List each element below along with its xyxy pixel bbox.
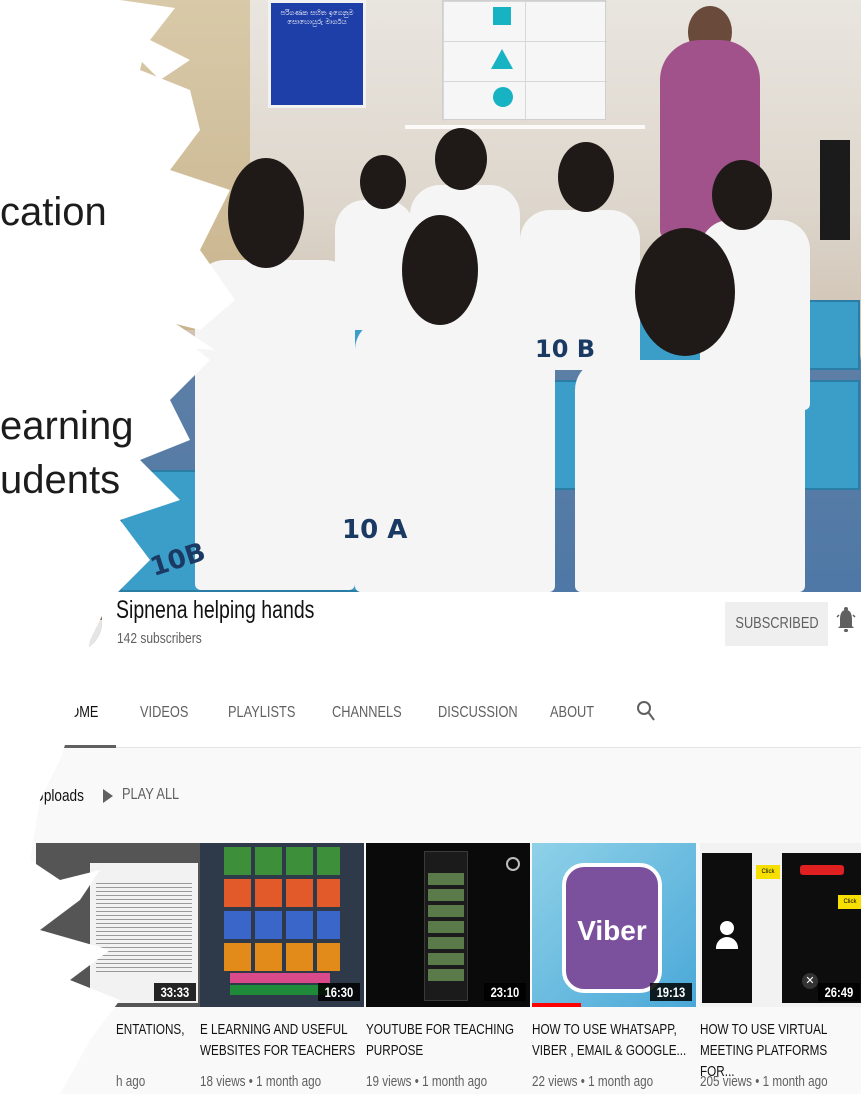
video-meta: 19 views • 1 month ago: [366, 1073, 488, 1090]
student-head: [435, 128, 487, 190]
circle-shape-icon: [493, 87, 513, 107]
video-thumbnail[interactable]: 16:30: [200, 843, 364, 1007]
poster-text: පරිගණක සහිත ඉගෙනුම සොහොයුරු මාර්ගය: [280, 9, 354, 26]
play-icon[interactable]: [103, 789, 113, 803]
video-duration: 26:49: [818, 983, 860, 1001]
subscriber-count: 142 subscribers: [117, 630, 202, 647]
video-meta: 22 views • 1 month ago: [532, 1073, 654, 1090]
student-head: [712, 160, 772, 230]
bell-icon[interactable]: [836, 607, 856, 635]
watch-progress-bar: [532, 1003, 582, 1007]
classroom-photo: පරිගණක සහිත ඉගෙනුම සොහොයුරු මාර්ගය 10 B …: [0, 0, 861, 592]
slide-text-line: udents: [0, 458, 121, 502]
video-meta: 18 views • 1 month ago: [200, 1073, 322, 1090]
uploads-heading: Uploads: [34, 786, 84, 805]
presentation-slide: පරිගණක සහිත ඉගෙනුම සොහොයුරු මාර්ගය 10 B …: [0, 0, 861, 1094]
channel-avatar[interactable]: [72, 592, 102, 652]
user-icon: [720, 921, 734, 935]
click-here-label: Click here: [838, 895, 861, 909]
wall-poster: පරිගණක සහිත ඉගෙනුම සොහොයුරු මාර්ගය: [268, 0, 366, 108]
computer-monitor: [820, 140, 850, 240]
search-icon[interactable]: [636, 700, 656, 722]
video-title[interactable]: E LEARNING AND USEFUL WEBSITES FOR TEACH…: [200, 1019, 356, 1061]
tab-playlists[interactable]: PLAYLISTS: [228, 704, 295, 722]
video-thumbnail[interactable]: Click here Click here ✕ 26:49: [700, 843, 861, 1007]
tab-about[interactable]: ABOUT: [550, 704, 594, 722]
slide-text-line: cation: [0, 190, 107, 234]
video-thumbnail[interactable]: 23:10: [366, 843, 530, 1007]
chair-label: 10 A: [342, 515, 408, 545]
tab-home[interactable]: HOME: [60, 704, 98, 722]
student: [575, 360, 805, 592]
student-head: [558, 142, 614, 212]
student-head: [360, 155, 406, 209]
student: [355, 320, 555, 592]
video-title[interactable]: YOUTUBE FOR TEACHING PURPOSE: [366, 1019, 522, 1061]
subscribed-button[interactable]: SUBSCRIBED: [725, 602, 828, 646]
student: [195, 260, 355, 590]
tab-videos[interactable]: VIDEOS: [140, 704, 188, 722]
student-head: [635, 228, 735, 356]
record-icon: [506, 857, 520, 871]
video-thumbnail[interactable]: Viber 19:13: [532, 843, 696, 1007]
video-thumbnail[interactable]: 33:33: [36, 843, 200, 1007]
projector-progress-bar: [405, 125, 645, 129]
tab-discussion[interactable]: DISCUSSION: [438, 704, 518, 722]
channel-tabs: HOME VIDEOS PLAYLISTS CHANNELS DISCUSSIO…: [0, 688, 861, 748]
uploads-section: Uploads PLAY ALL 33:33 ENTATIONS, h ago: [0, 748, 861, 1094]
projector-screen: [442, 0, 607, 121]
student-head: [228, 158, 304, 268]
video-duration: 16:30: [318, 983, 360, 1001]
click-here-label: Click here: [756, 865, 780, 879]
viber-logo-icon: Viber: [562, 863, 662, 993]
student-head: [402, 215, 478, 325]
video-title[interactable]: HOW TO USE WHATSAPP, VIBER , EMAIL & GOO…: [532, 1019, 688, 1061]
slide-text-line: earning: [0, 404, 134, 448]
channel-name: Sipnena helping hands: [116, 596, 315, 624]
video-duration: 23:10: [484, 983, 526, 1001]
triangle-shape-icon: [491, 49, 513, 69]
play-all-button[interactable]: PLAY ALL: [122, 786, 179, 804]
chair-label: 10 B: [535, 335, 596, 363]
video-meta: 205 views • 1 month ago: [700, 1073, 828, 1090]
youtube-channel-screenshot: Sipnena helping hands 142 subscribers SU…: [0, 592, 861, 1094]
video-duration: 19:13: [650, 983, 692, 1001]
square-shape-icon: [493, 7, 511, 25]
close-icon: ✕: [802, 973, 818, 989]
tab-channels[interactable]: CHANNELS: [332, 704, 402, 722]
video-duration: 33:33: [154, 983, 196, 1001]
